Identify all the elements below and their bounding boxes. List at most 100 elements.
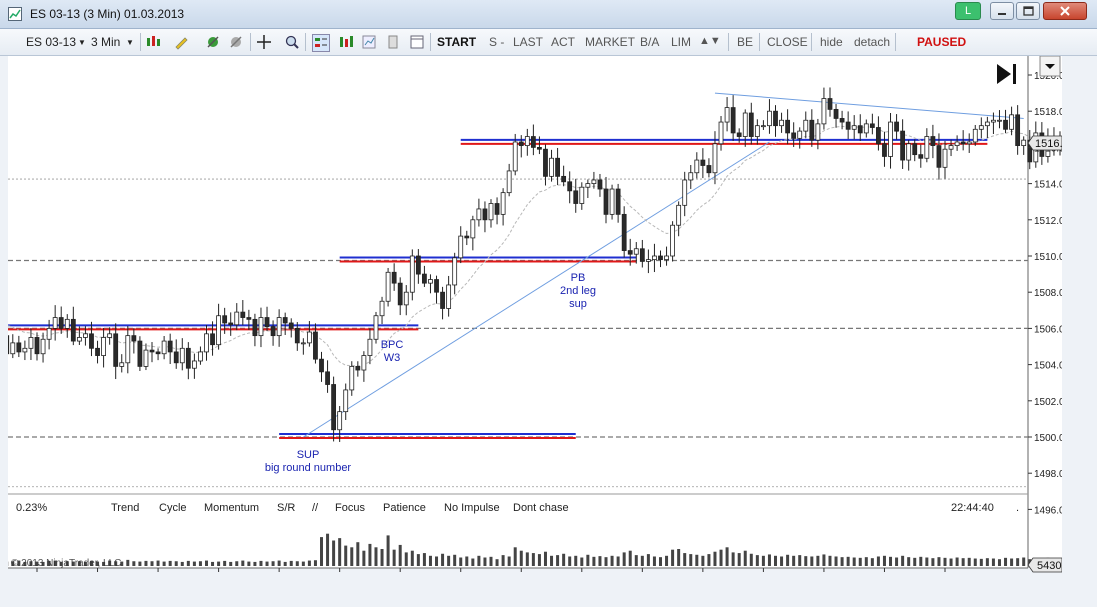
paused-status: PAUSED	[917, 35, 967, 49]
price-tick-label: 1496.00	[1034, 505, 1062, 516]
close-position-button[interactable]: CLOSE	[767, 35, 808, 49]
chart-area[interactable]: 1520.001518.001516.001514.001512.001510.…	[0, 55, 1097, 591]
scroll-menu-button[interactable]	[1039, 55, 1061, 77]
price-tick-label: 1502.00	[1034, 397, 1062, 408]
market-button[interactable]: MARKET	[585, 35, 635, 49]
candle-body	[537, 147, 542, 150]
candle-body	[452, 257, 458, 286]
up-down-arrows-button[interactable]: ▲▼	[699, 35, 721, 47]
candle-body	[543, 148, 548, 177]
volume-bar	[374, 547, 378, 566]
instrument-selector[interactable]: ES 03-13	[26, 35, 76, 49]
volume-bar	[671, 549, 675, 566]
candle-body	[4, 335, 10, 355]
candle-body	[555, 157, 560, 177]
toolbar-separator	[895, 33, 896, 51]
volume-bar	[410, 550, 414, 566]
indicator-icon[interactable]	[205, 34, 221, 50]
candle-body	[107, 333, 113, 338]
volume-bar	[277, 560, 281, 566]
volume-bar	[689, 554, 693, 566]
zoom-icon[interactable]	[284, 34, 300, 50]
price-chart[interactable]: 1520.001518.001516.001514.001512.001510.…	[0, 55, 1097, 591]
volume-bar	[235, 561, 239, 566]
act-button[interactable]: ACT	[551, 35, 575, 49]
limit-button[interactable]: LIM	[671, 35, 691, 49]
chart-app-icon	[8, 7, 22, 21]
copyright-notice: © 2013 NinjaTrader, LLC	[11, 558, 121, 569]
volume-bar	[568, 556, 572, 566]
volume-bar	[126, 559, 130, 566]
instrument-dropdown-icon[interactable]: ▼	[78, 38, 86, 47]
volume-bar	[895, 557, 899, 566]
properties-icon[interactable]	[361, 34, 377, 50]
clock-time: 22:44:40	[951, 502, 994, 514]
maximize-button[interactable]	[1016, 2, 1040, 20]
candle-body	[960, 141, 966, 145]
candle-body	[567, 181, 573, 192]
s-minus-button[interactable]: S -	[489, 35, 504, 49]
toolbar-separator	[250, 33, 251, 51]
pencil-icon[interactable]	[173, 34, 189, 50]
candle-body	[422, 273, 427, 284]
pb-sup-annotation: sup	[569, 298, 587, 310]
toolbar-separator	[811, 33, 812, 51]
volume-bar	[665, 555, 669, 566]
volume-bar	[428, 555, 432, 566]
volume-bar	[955, 557, 959, 566]
candle-body	[216, 315, 222, 346]
detach-button[interactable]: detach	[854, 35, 890, 49]
volume-bar	[943, 557, 947, 566]
volume-bar	[241, 560, 245, 566]
candle-body	[978, 125, 984, 130]
candle-body	[488, 203, 494, 221]
volume-bar	[271, 561, 275, 566]
close-window-button[interactable]	[1043, 2, 1087, 20]
crosshair-icon[interactable]	[256, 34, 272, 50]
hide-button[interactable]: hide	[820, 35, 843, 49]
volume-bar	[435, 556, 439, 566]
candle-body	[28, 337, 34, 349]
breakeven-button[interactable]: BE	[737, 35, 753, 49]
volume-bar	[295, 561, 299, 566]
candle-body	[591, 179, 597, 185]
volume-bar	[973, 558, 977, 566]
price-tick-label: 1510.00	[1034, 252, 1062, 263]
volume-bar	[326, 533, 330, 566]
chart-trader-icon[interactable]	[409, 34, 425, 50]
l-button[interactable]: L	[955, 2, 981, 20]
start-button[interactable]: START	[437, 35, 476, 49]
candle-body	[137, 340, 143, 367]
interval-selector[interactable]: 3 Min	[91, 35, 120, 49]
price-tick-label: 1508.00	[1034, 288, 1062, 299]
candle-body	[319, 358, 324, 373]
volume-bar	[138, 561, 142, 566]
volume-bar	[822, 554, 826, 566]
volume-bar	[386, 535, 390, 566]
status-no-impulse: No Impulse	[444, 502, 500, 514]
volume-bar	[229, 561, 233, 566]
volume-bar	[525, 552, 529, 566]
candle-body	[415, 255, 421, 275]
volume-bar	[537, 554, 541, 566]
interval-dropdown-icon[interactable]: ▼	[126, 38, 134, 47]
candle-body	[518, 141, 524, 146]
minimize-button[interactable]	[990, 2, 1014, 20]
volume-bar	[683, 553, 687, 566]
volume-bar	[780, 556, 784, 566]
bar-type-icon[interactable]	[145, 34, 161, 50]
candle-body	[652, 255, 657, 261]
candle-body	[797, 130, 803, 139]
chart-style-icon[interactable]	[338, 34, 354, 50]
bid-ask-button[interactable]: B/A	[640, 35, 659, 49]
candle-body	[228, 322, 234, 326]
data-box-icon[interactable]	[312, 34, 330, 52]
candle-body	[379, 300, 385, 317]
last-button[interactable]: LAST	[513, 35, 543, 49]
copy-icon[interactable]	[385, 34, 401, 50]
candle-body	[894, 121, 899, 132]
volume-bar	[368, 543, 372, 566]
volume-bar	[380, 549, 384, 566]
strategy-icon[interactable]	[228, 34, 244, 50]
volume-bar	[562, 553, 566, 566]
